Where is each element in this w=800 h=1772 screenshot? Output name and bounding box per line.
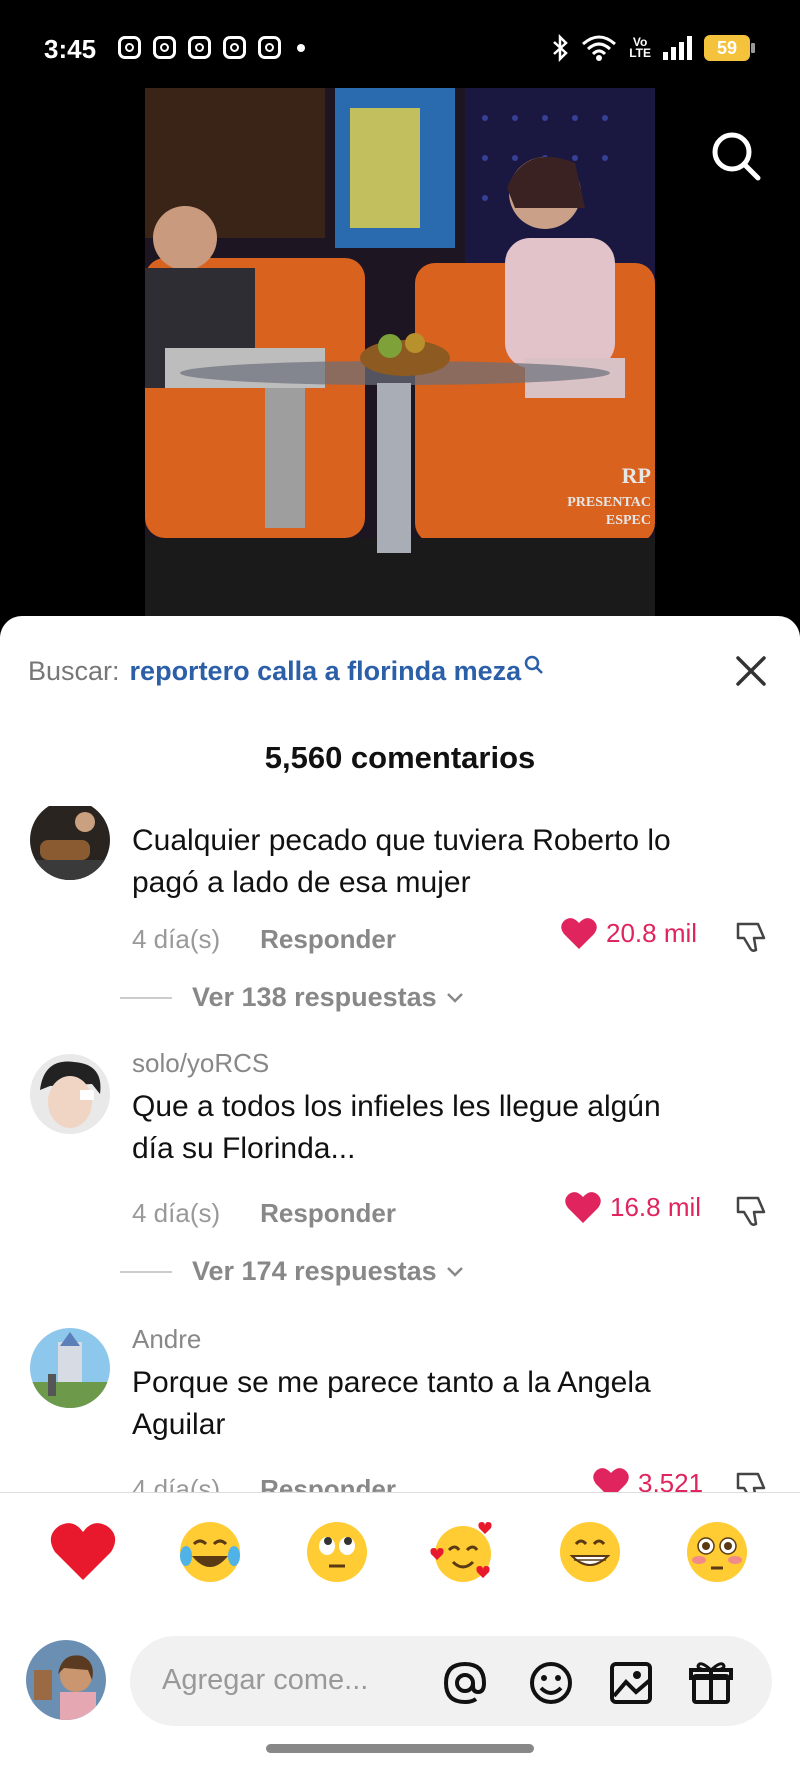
gift-icon[interactable] bbox=[686, 1658, 736, 1708]
svg-text:PRESENTAC: PRESENTAC bbox=[567, 495, 651, 510]
more-notifications-dot bbox=[297, 43, 305, 52]
comment-text: Cualquier pecado que tuviera Roberto lo … bbox=[132, 824, 671, 899]
comments-list[interactable]: Cualquier pecado que tuviera Roberto lo … bbox=[0, 806, 800, 1492]
avatar[interactable] bbox=[30, 806, 110, 880]
video-frame: RP PRESENTAC ESPEC bbox=[145, 88, 655, 618]
avatar-image bbox=[30, 1328, 110, 1408]
chevron-down-icon bbox=[446, 992, 463, 1003]
dislike-icon[interactable] bbox=[732, 918, 770, 956]
video-player[interactable]: RP PRESENTAC ESPEC bbox=[145, 88, 655, 618]
system-icons: Vo LTE 59 bbox=[551, 34, 755, 62]
reply-button[interactable]: Responder bbox=[260, 1198, 396, 1229]
search-icon[interactable] bbox=[708, 128, 764, 184]
avatar-image bbox=[30, 1054, 110, 1134]
avatar-image bbox=[26, 1640, 106, 1720]
replies-divider bbox=[120, 996, 172, 999]
view-replies-label: Ver 138 respuestas bbox=[192, 982, 437, 1012]
grin-emoji-icon[interactable] bbox=[554, 1516, 626, 1588]
quick-emoji-bar bbox=[0, 1516, 800, 1588]
comment-meta: 4 día(s) Responder bbox=[132, 924, 396, 955]
like-button[interactable]: 3,521 bbox=[592, 1466, 703, 1492]
status-time: 3:45 bbox=[44, 34, 97, 64]
avatar[interactable] bbox=[30, 1328, 110, 1408]
heart-emoji-icon[interactable] bbox=[47, 1516, 119, 1588]
like-count: 3,521 bbox=[638, 1467, 704, 1493]
image-icon[interactable] bbox=[606, 1658, 656, 1708]
reply-button[interactable]: Responder bbox=[260, 924, 396, 955]
volte-icon: Vo LTE bbox=[629, 35, 651, 60]
comment-input-row: Agregar come... bbox=[0, 1628, 800, 1728]
comment-input-placeholder: Agregar come... bbox=[162, 1664, 369, 1696]
search-query-link[interactable]: reportero calla a florinda meza bbox=[130, 656, 522, 687]
comment-username[interactable]: Andre bbox=[132, 1324, 201, 1355]
comment-text: Porque se me parece tanto a la Angela Ag… bbox=[132, 1366, 651, 1441]
my-avatar bbox=[26, 1640, 106, 1720]
comment-input[interactable]: Agregar come... bbox=[130, 1636, 772, 1726]
instagram-icon bbox=[153, 36, 176, 59]
view-replies-button[interactable]: Ver 174 respuestas bbox=[120, 1256, 465, 1287]
bluetooth-icon bbox=[553, 34, 569, 62]
comments-count: 5,560 comentarios bbox=[264, 740, 536, 775]
related-search[interactable]: Buscar: reportero calla a florinda meza bbox=[28, 655, 545, 687]
eye-roll-emoji-icon[interactable] bbox=[301, 1516, 373, 1588]
comment-meta: 4 día(s) Responder bbox=[132, 1474, 396, 1492]
heart-icon bbox=[565, 1192, 601, 1223]
dislike-icon[interactable] bbox=[732, 1192, 770, 1230]
status-bar: 3:45 Vo LTE 59 bbox=[0, 0, 800, 100]
comment-text: Que a todos los infieles les llegue algú… bbox=[132, 1090, 661, 1165]
comment-time: 4 día(s) bbox=[132, 924, 221, 954]
mention-icon[interactable] bbox=[440, 1658, 490, 1708]
avatar[interactable] bbox=[30, 1054, 110, 1134]
wifi-icon bbox=[582, 35, 617, 61]
replies-divider bbox=[120, 1270, 172, 1273]
comment-username[interactable]: solo/yoRCS bbox=[132, 1048, 269, 1079]
like-count: 20.8 mil bbox=[606, 917, 698, 948]
like-count: 16.8 mil bbox=[610, 1191, 702, 1222]
like-button[interactable]: 20.8 mil bbox=[560, 916, 697, 950]
smiling-hearts-emoji-icon[interactable] bbox=[427, 1516, 499, 1588]
svg-text:ESPEC: ESPEC bbox=[606, 513, 651, 528]
battery-icon: 59 bbox=[704, 35, 755, 61]
avatar-image bbox=[30, 806, 110, 880]
comments-sheet: Buscar: reportero calla a florinda meza … bbox=[0, 616, 800, 1772]
notification-icons bbox=[118, 36, 305, 59]
emoji-picker-icon[interactable] bbox=[526, 1658, 576, 1708]
view-replies-button[interactable]: Ver 138 respuestas bbox=[120, 982, 465, 1013]
instagram-icon bbox=[188, 36, 211, 59]
signal-icon bbox=[663, 36, 692, 60]
search-prefix: Buscar: bbox=[28, 656, 120, 686]
reply-button[interactable]: Responder bbox=[260, 1474, 396, 1492]
instagram-icon bbox=[118, 36, 141, 59]
close-icon[interactable] bbox=[732, 652, 770, 690]
like-button[interactable]: 16.8 mil bbox=[564, 1190, 701, 1224]
instagram-icon bbox=[223, 36, 246, 59]
comment-meta: 4 día(s) Responder bbox=[132, 1198, 396, 1229]
comment-time: 4 día(s) bbox=[132, 1474, 221, 1492]
instagram-icon bbox=[258, 36, 281, 59]
chevron-down-icon bbox=[446, 1266, 463, 1277]
svg-text:RP: RP bbox=[622, 463, 651, 488]
tears-of-joy-emoji-icon[interactable] bbox=[174, 1516, 246, 1588]
comment-time: 4 día(s) bbox=[132, 1198, 221, 1228]
view-replies-label: Ver 174 respuestas bbox=[192, 1256, 437, 1286]
flushed-emoji-icon[interactable] bbox=[681, 1516, 753, 1588]
emoji-divider bbox=[0, 1492, 800, 1493]
home-indicator[interactable] bbox=[266, 1744, 534, 1753]
dislike-icon[interactable] bbox=[732, 1468, 770, 1492]
heart-icon bbox=[593, 1468, 629, 1492]
search-small-icon bbox=[524, 655, 544, 674]
heart-icon bbox=[561, 918, 597, 949]
